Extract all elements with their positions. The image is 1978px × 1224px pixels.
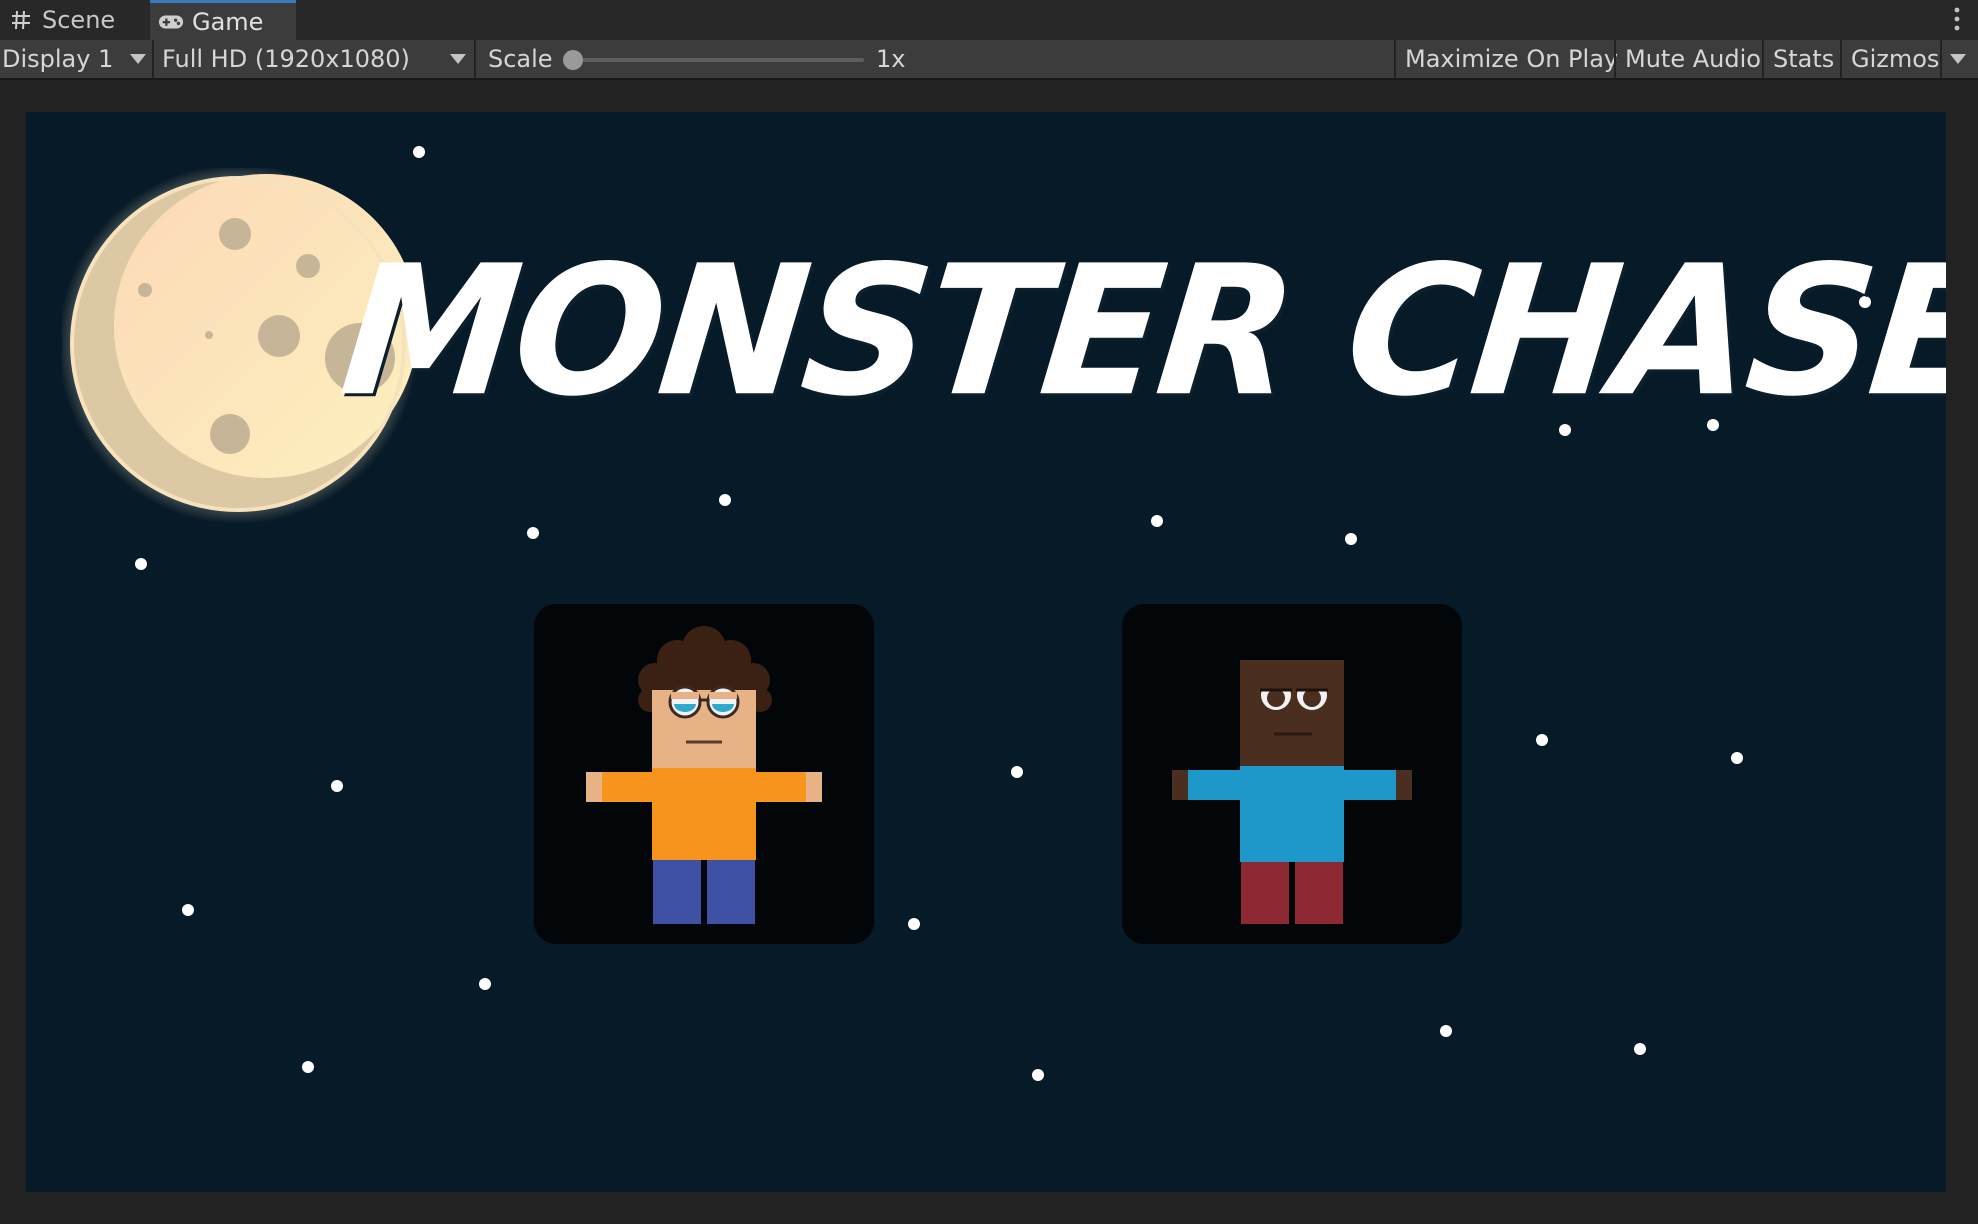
star [331,780,343,792]
resolution-dropdown-value: Full HD (1920x1080) [162,45,410,73]
more-options-icon[interactable] [1954,6,1960,32]
player-two-character [1172,660,1412,924]
scale-label-text: Scale [488,45,553,73]
star [527,527,539,539]
star [719,494,731,506]
editor-tab-bar: Scene Game [0,0,1978,41]
mute-audio-label: Mute Audio [1625,45,1761,73]
gamepad-icon [158,11,184,33]
mute-audio-toggle[interactable]: Mute Audio [1616,40,1770,78]
chevron-down-icon [450,54,466,64]
star [413,146,425,158]
star [479,978,491,990]
maximize-on-play-label: Maximize On Play [1405,45,1619,73]
star [1536,734,1548,746]
star [1634,1043,1646,1055]
scale-slider-track[interactable] [572,58,864,62]
tab-scene-label: Scene [42,6,116,34]
gizmos-toggle[interactable]: Gizmos [1842,40,1948,78]
star [1032,1069,1044,1081]
tab-game[interactable]: Game [150,0,296,40]
chevron-down-icon [130,54,146,64]
star [1440,1025,1452,1037]
stats-label: Stats [1773,45,1835,73]
star [135,558,147,570]
game-view[interactable]: MONSTER CHASE [26,112,1946,1192]
resolution-dropdown[interactable]: Full HD (1920x1080) [154,40,474,78]
star [302,1061,314,1073]
character-select-card-player-one[interactable] [534,604,874,944]
scale-value: 1x [876,40,905,78]
gizmos-label: Gizmos [1851,45,1940,73]
grid-hash-icon [8,9,34,31]
maximize-on-play-toggle[interactable]: Maximize On Play [1396,40,1627,78]
scale-value-text: 1x [876,45,906,73]
display-dropdown-value: Display 1 [2,45,114,73]
game-title: MONSTER CHASE [333,226,1946,436]
star [1731,752,1743,764]
toolbar-separator [1940,40,1942,78]
game-view-toolbar: Display 1 Full HD (1920x1080) Scale 1x M… [0,40,1978,80]
gizmos-dropdown-arrow-icon[interactable] [1950,54,1966,64]
tab-scene[interactable]: Scene [0,0,148,40]
character-select-card-player-two[interactable] [1122,604,1462,944]
player-one-character [586,626,822,924]
toolbar-separator [474,40,476,78]
tab-game-label: Game [192,7,264,36]
star [1011,766,1023,778]
star [182,904,194,916]
star [1345,533,1357,545]
star [908,918,920,930]
scale-label: Scale [488,40,553,78]
stats-toggle[interactable]: Stats [1764,40,1843,78]
scale-slider-handle[interactable] [563,50,583,70]
star [1151,515,1163,527]
